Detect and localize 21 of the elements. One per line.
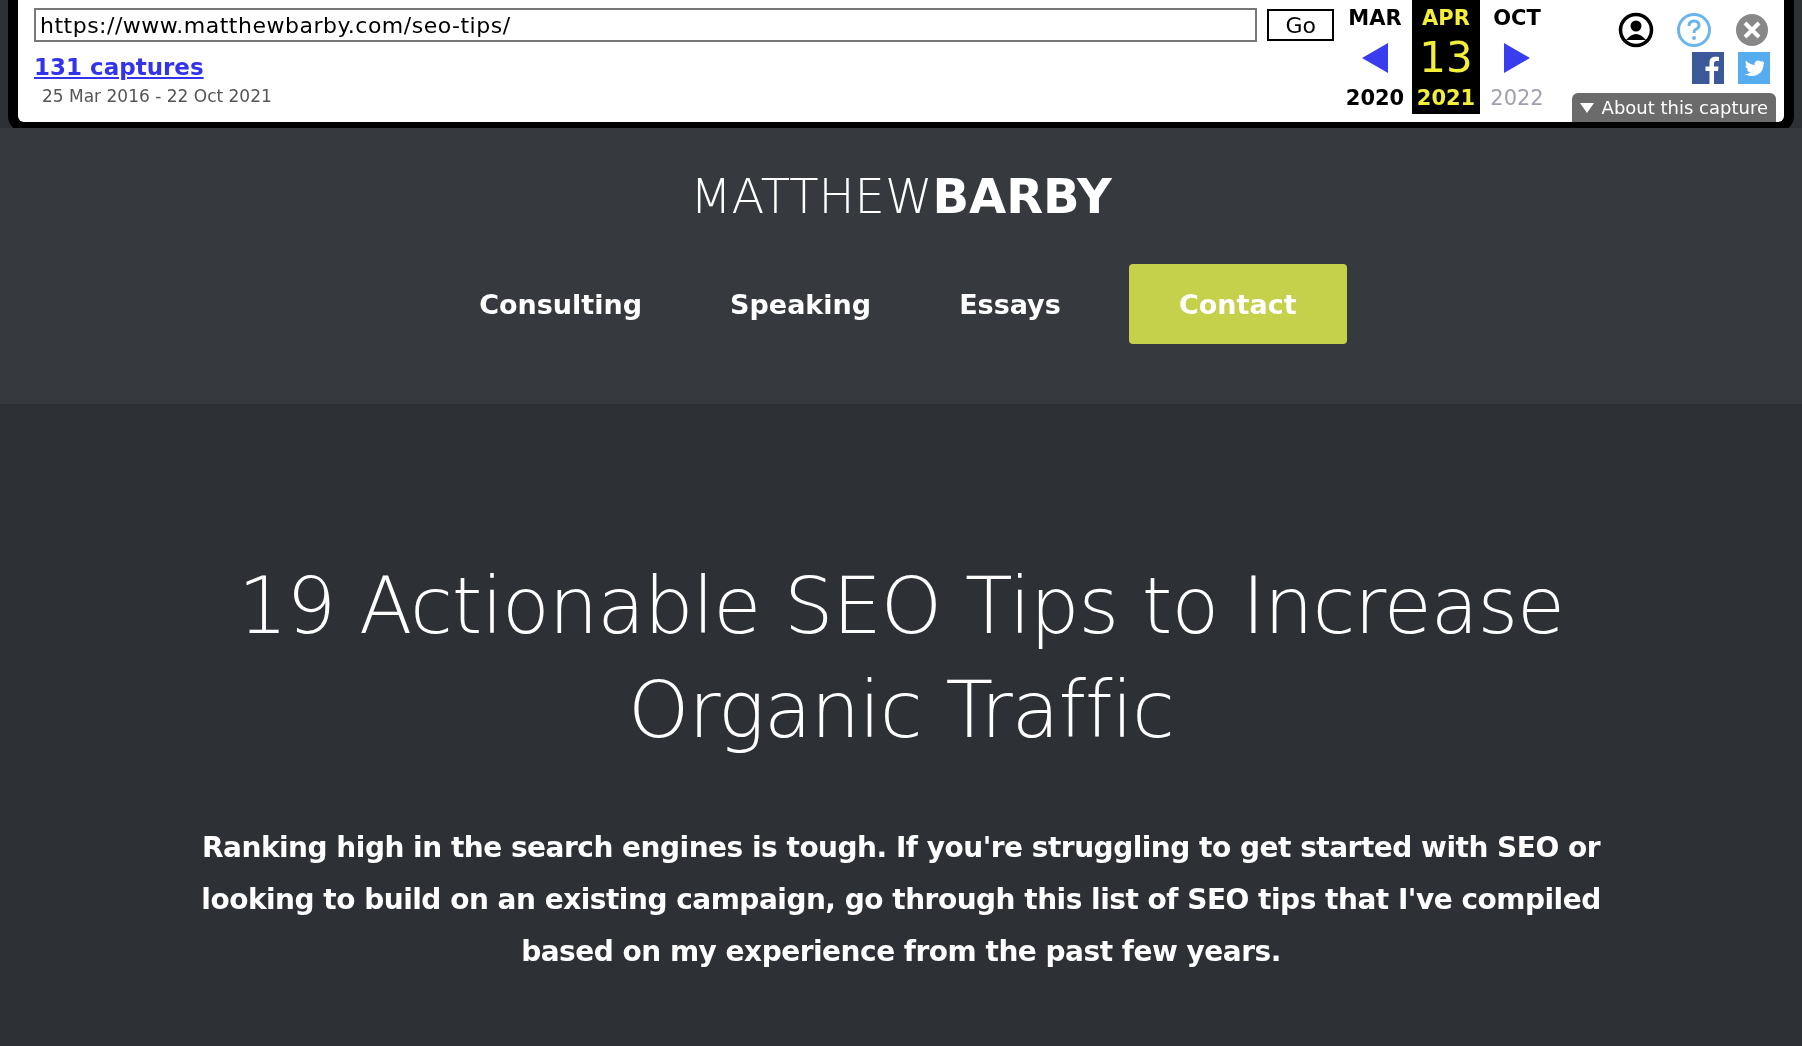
- article-title: 19 Actionable SEO Tips to Increase Organic Traffic: [236, 560, 1566, 757]
- calendar-column[interactable]: APR 13 2021: [1412, 0, 1480, 114]
- date-range: 25 Mar 2016 - 22 Oct 2021: [41, 86, 273, 106]
- year-label: 2020: [1345, 86, 1405, 110]
- year-label: 2022: [1490, 86, 1544, 110]
- intro-paragraph: Ranking high in the search engines is tough. If you're struggling to get started with SEO or looking to build on an existing campaign, go through this list of SEO tips that I've compiled based on my experience from the past few years.: [200, 830, 1602, 970]
- year-label: 2021: [1416, 86, 1476, 110]
- nav-link[interactable]: Consulting: [455, 288, 667, 320]
- about-capture-button[interactable]: About this capture: [1571, 93, 1776, 122]
- facebook-icon[interactable]: [1692, 52, 1724, 84]
- previous-arrow-icon[interactable]: [1362, 43, 1388, 73]
- nav-link[interactable]: Speaking: [706, 288, 896, 320]
- calendar-column[interactable]: MAR 2020: [1338, 0, 1412, 114]
- captures-link[interactable]: 131 captures: [34, 54, 204, 80]
- nav-link[interactable]: Essays: [935, 288, 1085, 320]
- url-field[interactable]: https://www.matthewbarby.com/seo-tips/: [34, 8, 1258, 42]
- go-button[interactable]: Go: [1267, 9, 1334, 41]
- user-icon[interactable]: [1618, 12, 1654, 48]
- close-icon[interactable]: [1734, 12, 1770, 48]
- site-logo[interactable]: MATTHEWBARBY: [690, 168, 1112, 224]
- caret-icon: [1579, 102, 1594, 113]
